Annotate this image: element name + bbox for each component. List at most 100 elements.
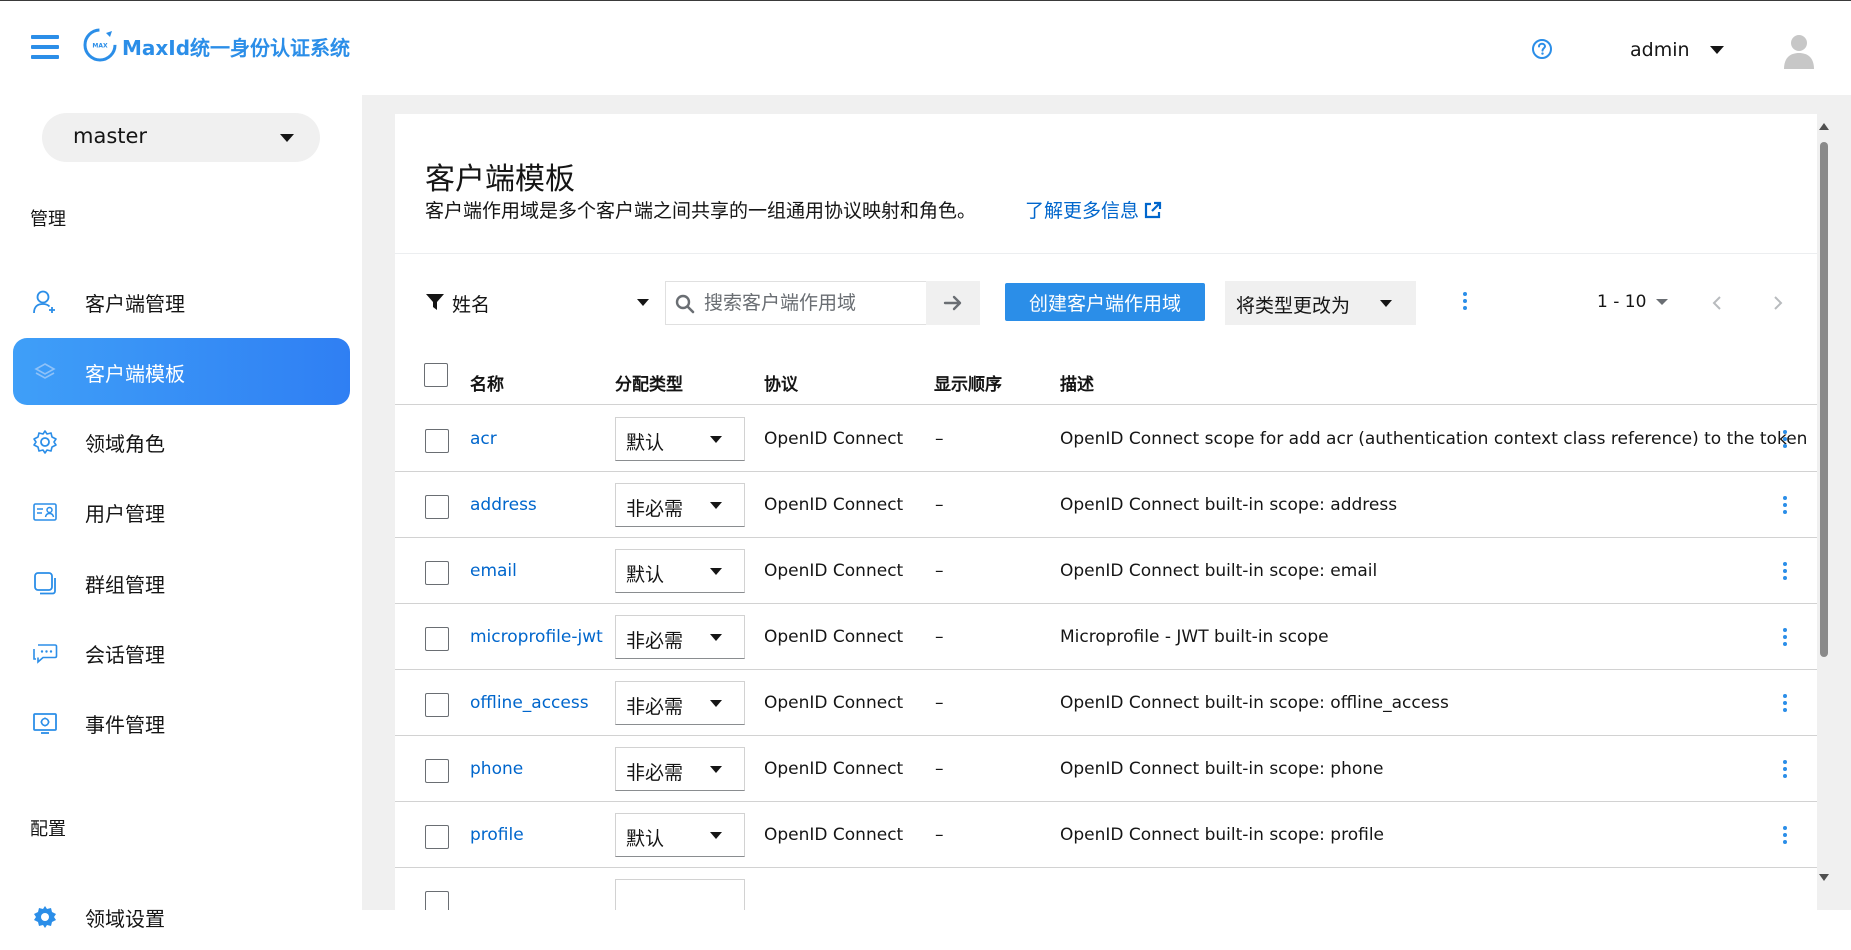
filter-attribute-dropdown[interactable]: 姓名 [425, 282, 649, 322]
gear-filled-icon [34, 906, 56, 928]
help-icon[interactable] [1531, 38, 1553, 60]
section-label-config: 配置 [30, 819, 66, 840]
svg-text:MAX: MAX [92, 43, 108, 50]
sidebar-item-clients[interactable]: 客户端管理 [13, 268, 350, 335]
protocol-cell: OpenID Connect [764, 561, 904, 581]
display-order-cell: – [935, 759, 944, 779]
realm-selector[interactable]: master [42, 113, 320, 162]
row-divider [395, 471, 1817, 472]
sidebar-item-realm-roles[interactable]: 领域角色 [13, 408, 350, 475]
chevron-down-icon [710, 634, 722, 641]
assigned-type-select[interactable]: 默认 [615, 549, 745, 593]
protocol-cell: OpenID Connect [764, 429, 904, 449]
scope-name-link[interactable]: email [470, 561, 517, 581]
scope-name-link[interactable]: microprofile-jwt [470, 627, 603, 647]
learn-more-link[interactable]: 了解更多信息 [1025, 196, 1163, 223]
search-input[interactable] [704, 291, 919, 315]
chevron-down-icon [710, 766, 722, 773]
page-description: 客户端作用域是多个客户端之间共享的一组通用协议映射和角色。 [425, 200, 977, 222]
assigned-type-value: 默认 [626, 564, 665, 586]
assigned-type-select[interactable] [615, 879, 745, 910]
assigned-type-select[interactable]: 默认 [615, 813, 745, 857]
row-checkbox[interactable] [425, 891, 449, 910]
row-divider [395, 867, 1817, 868]
sidebar-item-sessions[interactable]: 会话管理 [13, 619, 350, 686]
scroll-down-arrow-icon[interactable] [1819, 874, 1829, 881]
row-checkbox[interactable] [425, 627, 449, 651]
section-label-manage: 管理 [30, 209, 66, 230]
assigned-type-select[interactable]: 非必需 [615, 747, 745, 791]
sidebar-item-users[interactable]: 用户管理 [13, 478, 350, 545]
scope-name-link[interactable]: profile [470, 825, 524, 845]
protocol-cell: OpenID Connect [764, 759, 904, 779]
row-kebab-icon[interactable] [1782, 496, 1788, 517]
row-checkbox[interactable] [425, 759, 449, 783]
chevron-down-icon [710, 700, 722, 707]
realm-name: master [73, 124, 148, 148]
toolbar-kebab-icon[interactable] [1462, 292, 1468, 313]
row-checkbox[interactable] [425, 693, 449, 717]
sidebar-item-client-scopes[interactable]: 客户端模板 [13, 338, 350, 405]
sidebar-item-label: 客户端管理 [85, 292, 185, 316]
scope-name-link[interactable]: address [470, 495, 537, 515]
column-header-display-order[interactable]: 显示顺序 [934, 370, 1002, 395]
user-name: admin [1630, 39, 1690, 61]
scrollbar-thumb[interactable] [1820, 142, 1828, 657]
select-all-checkbox[interactable] [424, 363, 448, 387]
avatar-icon[interactable] [1781, 31, 1817, 71]
filter-label: 姓名 [452, 294, 491, 316]
row-divider [395, 669, 1817, 670]
assigned-type-value: 非必需 [626, 696, 684, 718]
page-title: 客户端模板 [425, 162, 575, 197]
pagination-dropdown[interactable]: 1 - 10 [1597, 292, 1669, 312]
assigned-type-select[interactable]: 非必需 [615, 615, 745, 659]
assigned-type-value: 默认 [626, 828, 665, 850]
row-divider [395, 801, 1817, 802]
search-submit-button[interactable] [926, 281, 980, 325]
chevron-down-icon [280, 134, 294, 142]
row-kebab-icon[interactable] [1782, 760, 1788, 781]
scope-name-link[interactable]: offline_access [470, 693, 589, 713]
column-header-description[interactable]: 描述 [1060, 370, 1094, 395]
row-kebab-icon[interactable] [1782, 826, 1788, 847]
sidebar-item-events[interactable]: 事件管理 [13, 689, 350, 756]
sidebar-item-label: 领域设置 [85, 907, 165, 931]
row-kebab-icon[interactable] [1782, 628, 1788, 649]
row-kebab-icon[interactable] [1782, 694, 1788, 715]
chevron-down-icon [1656, 299, 1669, 305]
brand-logo-icon: MAX [83, 28, 117, 62]
next-page-icon[interactable] [1767, 292, 1787, 314]
create-client-scope-button[interactable]: 创建客户端作用域 [1005, 283, 1205, 321]
column-header-name[interactable]: 名称 [470, 370, 504, 395]
column-header-protocol[interactable]: 协议 [764, 370, 798, 395]
scope-name-link[interactable]: phone [470, 759, 523, 779]
row-kebab-icon[interactable] [1782, 562, 1788, 583]
display-order-cell: – [935, 693, 944, 713]
event-monitor-icon [33, 713, 57, 734]
row-checkbox[interactable] [425, 561, 449, 585]
column-header-assigned-type[interactable]: 分配类型 [615, 370, 683, 395]
display-order-cell: – [935, 627, 944, 647]
assigned-type-select[interactable]: 默认 [615, 417, 745, 461]
sidebar-item-label: 事件管理 [85, 713, 165, 737]
scroll-up-arrow-icon[interactable] [1819, 123, 1829, 130]
row-kebab-icon[interactable] [1782, 430, 1788, 451]
scope-name-link[interactable]: acr [470, 429, 497, 449]
user-outline-icon [33, 290, 55, 314]
row-checkbox[interactable] [425, 825, 449, 849]
assigned-type-value: 非必需 [626, 762, 684, 784]
row-checkbox[interactable] [425, 429, 449, 453]
assigned-type-select[interactable]: 非必需 [615, 483, 745, 527]
change-type-dropdown[interactable]: 将类型更改为 [1225, 281, 1416, 325]
learn-more-label: 了解更多信息 [1025, 200, 1140, 222]
previous-page-icon[interactable] [1708, 292, 1728, 314]
assigned-type-value: 非必需 [626, 630, 684, 652]
sidebar-item-realm-settings[interactable]: 领域设置 [13, 883, 350, 950]
description-cell: OpenID Connect built-in scope: offline_a… [1060, 693, 1449, 713]
row-checkbox[interactable] [425, 495, 449, 519]
user-menu[interactable]: admin [1630, 37, 1724, 63]
assigned-type-select[interactable]: 非必需 [615, 681, 745, 725]
hamburger-menu-icon[interactable] [31, 35, 59, 59]
sidebar-item-groups[interactable]: 群组管理 [13, 549, 350, 616]
chevron-down-icon [710, 436, 722, 443]
